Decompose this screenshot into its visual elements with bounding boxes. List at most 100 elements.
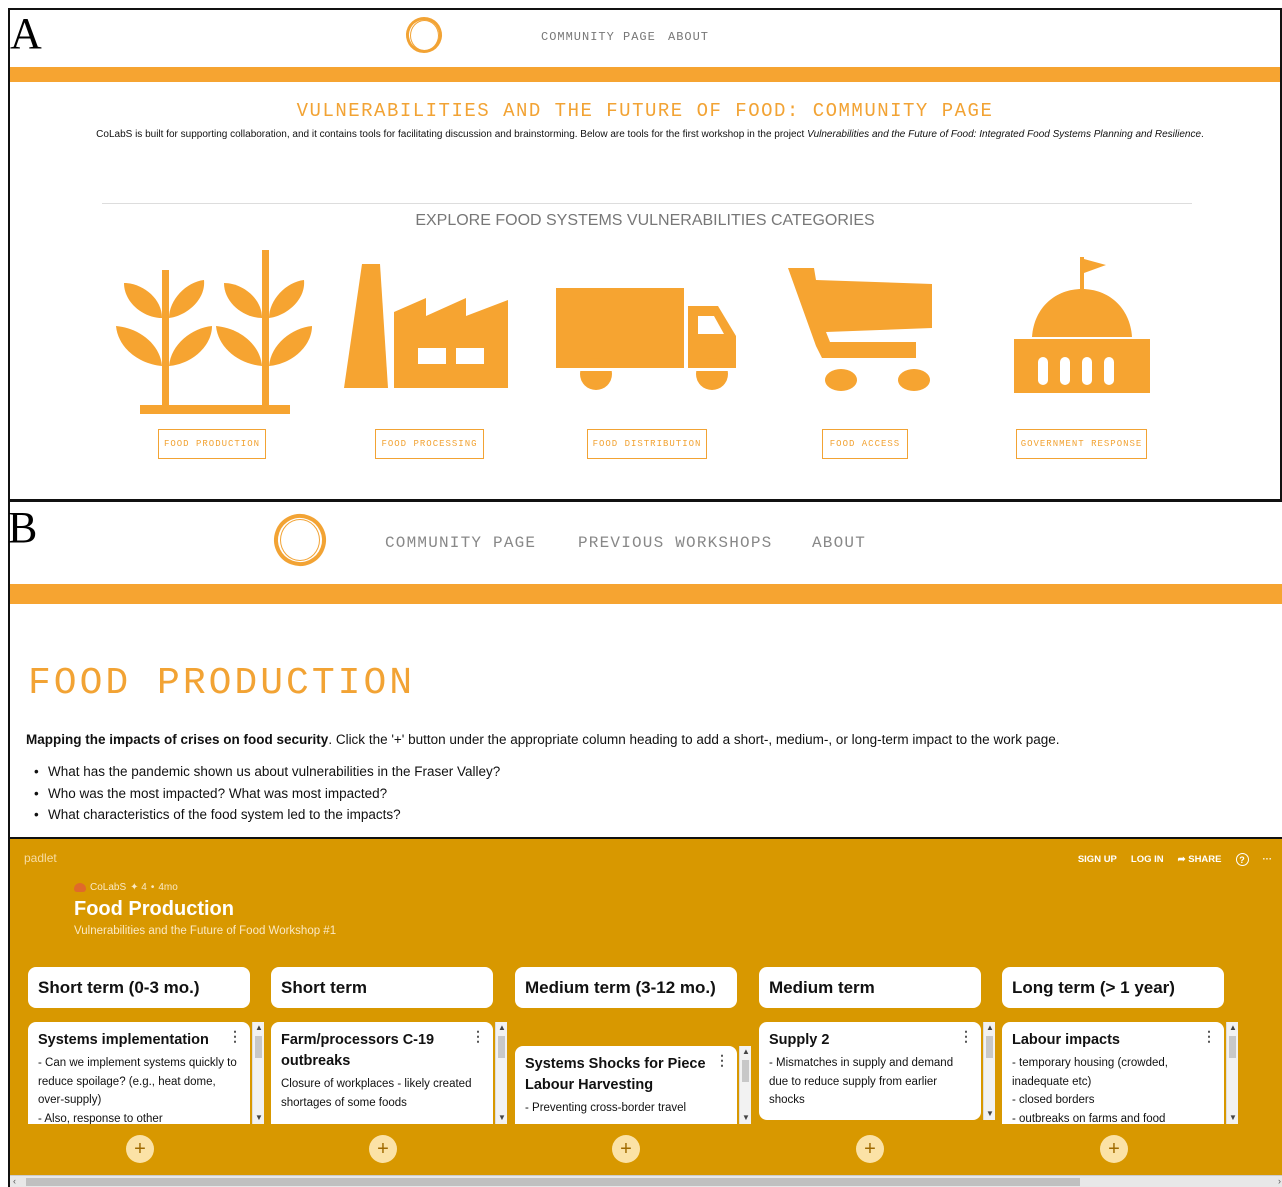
food-processing-button[interactable]: FOOD PROCESSING [375,429,484,459]
intro-text: CoLabS is built for supporting collabora… [96,129,1204,140]
scroll-down-icon[interactable]: ▼ [984,1108,996,1120]
like-count: ✦ 4 [130,882,147,893]
plants-icon[interactable] [114,248,314,418]
list-item: What has the pandemic shown us about vul… [34,764,500,786]
scroll-right-icon[interactable]: › [1278,1176,1281,1187]
post-card[interactable]: Systems Shocks for Piece Labour Harvesti… [515,1046,751,1124]
column-heading: Long term (> 1 year) [1002,967,1224,1008]
add-post-button[interactable]: + [1100,1135,1128,1163]
post-card[interactable]: Labour impacts - temporary housing (crow… [1002,1022,1238,1124]
scroll-down-icon[interactable]: ▼ [496,1112,508,1124]
column-heading: Short term [271,967,493,1008]
add-post-button[interactable]: + [612,1135,640,1163]
post-title: Systems implementation [38,1032,209,1048]
scroll-up-icon[interactable]: ▲ [496,1022,508,1034]
scroll-up-icon[interactable]: ▲ [740,1046,752,1058]
board-author[interactable]: CoLabS [90,882,126,893]
column-heading: Medium term [759,967,981,1008]
meta-separator: • [150,882,155,893]
log-in-button[interactable]: LOG IN [1131,854,1164,865]
column-short-term-0-3: Short term (0-3 mo.) [28,967,250,1008]
horizontal-scrollbar[interactable]: ‹ › [10,1175,1282,1187]
avatar[interactable] [74,883,86,892]
padlet-logo[interactable]: padlet [24,851,57,865]
colabs-logo-icon[interactable] [400,11,448,59]
post-menu-icon[interactable]: ⋮ [959,1028,973,1045]
add-post-button[interactable]: + [856,1135,884,1163]
list-item: What characteristics of the food system … [34,807,500,829]
card-scrollbar[interactable]: ▲ ▼ [1226,1022,1238,1124]
scroll-down-icon[interactable]: ▼ [1227,1112,1239,1124]
panel-label-b: B [8,503,38,552]
scroll-up-icon[interactable]: ▲ [253,1022,265,1034]
scroll-left-icon[interactable]: ‹ [13,1176,16,1187]
post-body: - Can we implement systems quickly to re… [38,1057,237,1124]
list-item: Who was the most impacted? What was most… [34,786,500,808]
card-scrollbar[interactable]: ▲ ▼ [495,1022,507,1124]
panel-label-a: A [10,9,42,58]
scroll-up-icon[interactable]: ▲ [1227,1022,1239,1034]
post-card[interactable]: Systems implementation - Can we implemen… [28,1022,264,1124]
food-distribution-button[interactable]: FOOD DISTRIBUTION [587,429,707,459]
post-menu-icon[interactable]: ⋮ [1202,1028,1216,1045]
post-menu-icon[interactable]: ⋮ [471,1028,485,1045]
column-medium-term: Medium term [759,967,981,1008]
post-menu-icon[interactable]: ⋮ [228,1028,242,1045]
food-access-button[interactable]: FOOD ACCESS [822,429,908,459]
more-options-icon[interactable]: ··· [1263,854,1273,865]
nav-previous-workshops[interactable]: PREVIOUS WORKSHOPS [578,534,772,552]
panel-b: COMMUNITY PAGE PREVIOUS WORKSHOPS ABOUT … [8,502,1282,1187]
shopping-cart-icon[interactable] [786,266,936,396]
post-body: - Mismatches in supply and demand due to… [769,1057,954,1106]
post-body: - Preventing cross-border travel [525,1102,687,1114]
food-production-button[interactable]: FOOD PRODUCTION [158,429,266,459]
scroll-down-icon[interactable]: ▼ [253,1112,265,1124]
post-card[interactable]: Farm/processors C-19 outbreaks Closure o… [271,1022,507,1124]
post-menu-icon[interactable]: ⋮ [715,1052,729,1069]
divider [102,203,1192,204]
card-scrollbar[interactable]: ▲ ▼ [252,1022,264,1124]
government-response-button[interactable]: GOVERNMENT RESPONSE [1016,429,1147,459]
post-title: Systems Shocks for Piece Labour Harvesti… [525,1056,706,1093]
sign-up-button[interactable]: SIGN UP [1078,854,1117,865]
board-subtitle: Vulnerabilities and the Future of Food W… [74,925,337,937]
add-post-button[interactable]: + [369,1135,397,1163]
post-title: Farm/processors C-19 outbreaks [281,1032,435,1069]
header-bar [10,584,1282,604]
column-heading: Medium term (3-12 mo.) [515,967,737,1008]
post-title: Supply 2 [769,1032,830,1048]
post-title: Labour impacts [1012,1032,1120,1048]
colabs-logo-icon[interactable] [265,505,335,575]
categories-heading: EXPLORE FOOD SYSTEMS VULNERABILITIES CAT… [415,212,875,229]
card-scrollbar[interactable]: ▲ ▼ [983,1022,995,1120]
post-body: - temporary housing (crowded, inadequate… [1012,1057,1168,1124]
intro-text: Mapping the impacts of crises on food se… [26,732,1060,747]
factory-icon[interactable] [342,262,512,392]
nav-about[interactable]: ABOUT [812,534,866,552]
column-short-term: Short term [271,967,493,1008]
page-title: FOOD PRODUCTION [28,662,416,705]
board-age: 4mo [158,882,178,893]
column-heading: Short term (0-3 mo.) [28,967,250,1008]
panel-a: COMMUNITY PAGE ABOUT VULNERABILITIES AND… [8,8,1282,502]
help-icon[interactable]: ? [1235,853,1249,866]
scroll-up-icon[interactable]: ▲ [984,1022,996,1034]
post-card[interactable]: Supply 2 - Mismatches in supply and dema… [759,1022,995,1120]
nav-about[interactable]: ABOUT [668,30,709,44]
share-button[interactable]: ➦ SHARE [1178,854,1222,865]
page-title: VULNERABILITIES AND THE FUTURE OF FOOD: … [296,100,994,122]
scroll-down-icon[interactable]: ▼ [740,1112,752,1124]
scrollbar-thumb[interactable] [26,1178,1080,1186]
top-nav: COMMUNITY PAGE ABOUT [10,10,1280,67]
truck-icon[interactable] [554,286,740,396]
nav-community-page[interactable]: COMMUNITY PAGE [385,534,536,552]
post-body: Closure of workplaces - likely created s… [281,1078,472,1109]
nav-community-page[interactable]: COMMUNITY PAGE [541,30,656,44]
government-building-icon[interactable] [1012,255,1152,395]
board-meta: CoLabS ✦ 4 • 4mo [74,882,178,893]
column-medium-term-3-12: Medium term (3-12 mo.) [515,967,737,1008]
padlet-actions: SIGN UP LOG IN ➦ SHARE ? ··· [1078,853,1272,866]
padlet-board: padlet SIGN UP LOG IN ➦ SHARE ? ··· CoLa… [10,837,1282,1187]
add-post-button[interactable]: + [126,1135,154,1163]
card-scrollbar[interactable]: ▲ ▼ [739,1046,751,1124]
